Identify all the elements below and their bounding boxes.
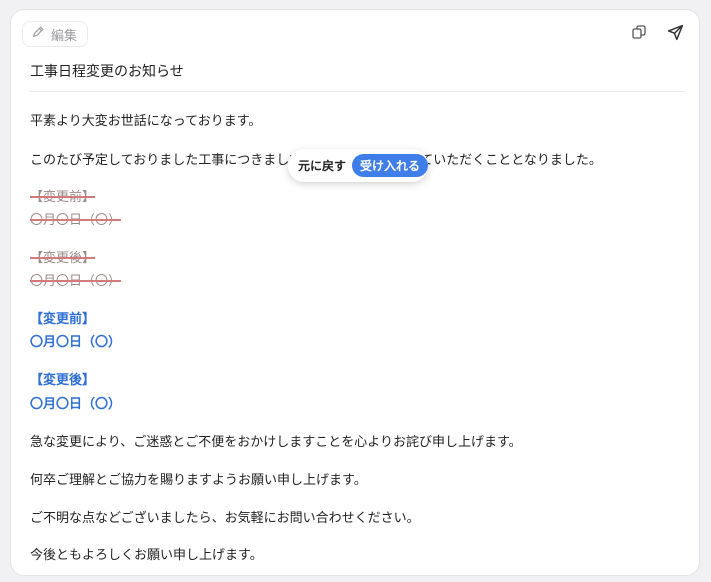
- removed-label-after: 【変更後】: [30, 251, 96, 266]
- body-closing: 今後ともよろしくお願い申し上げます。: [30, 548, 263, 563]
- added-date-after: 〇月〇日（〇）: [30, 397, 122, 412]
- added-date-before: 〇月〇日（〇）: [30, 335, 122, 350]
- edit-label: 編集: [51, 28, 78, 44]
- edit-button[interactable]: 編集: [22, 21, 89, 47]
- email-subject[interactable]: 工事日程変更のお知らせ: [30, 61, 184, 81]
- divider: [30, 91, 685, 92]
- body-greeting: 平素より大変お世話になっております。: [30, 114, 262, 129]
- added-label-before: 【変更前】: [30, 312, 96, 327]
- body-intro-start: このたび予定しておりました工事につきまして、: [30, 153, 315, 168]
- email-editor-card: 編集 工事日程変更のお知らせ 平素より大変お世話になっております。 このたび予定…: [10, 9, 700, 576]
- suggestion-popup: 元に戻す 受け入れる: [288, 149, 428, 182]
- removed-date-after: 〇月〇日（〇）: [30, 274, 122, 289]
- body-apology: 急な変更により、ご迷惑とご不便をおかけしますことを心よりお詫び申し上げます。: [30, 435, 522, 450]
- copy-button[interactable]: [629, 24, 649, 44]
- revert-button[interactable]: 元に戻す: [296, 157, 352, 174]
- body-contact: ご不明な点などございましたら、お気軽にお問い合わせください。: [30, 511, 420, 526]
- removed-date-before: 〇月〇日（〇）: [30, 213, 122, 228]
- pencil-icon: [31, 25, 45, 43]
- added-label-after: 【変更後】: [30, 373, 96, 388]
- send-icon: [667, 24, 684, 45]
- copy-icon: [631, 24, 647, 44]
- removed-label-before: 【変更前】: [30, 190, 96, 205]
- send-button[interactable]: [665, 24, 685, 44]
- body-request: 何卒ご理解とご協力を賜りますようお願い申し上げます。: [30, 473, 367, 488]
- accept-button[interactable]: 受け入れる: [352, 154, 428, 177]
